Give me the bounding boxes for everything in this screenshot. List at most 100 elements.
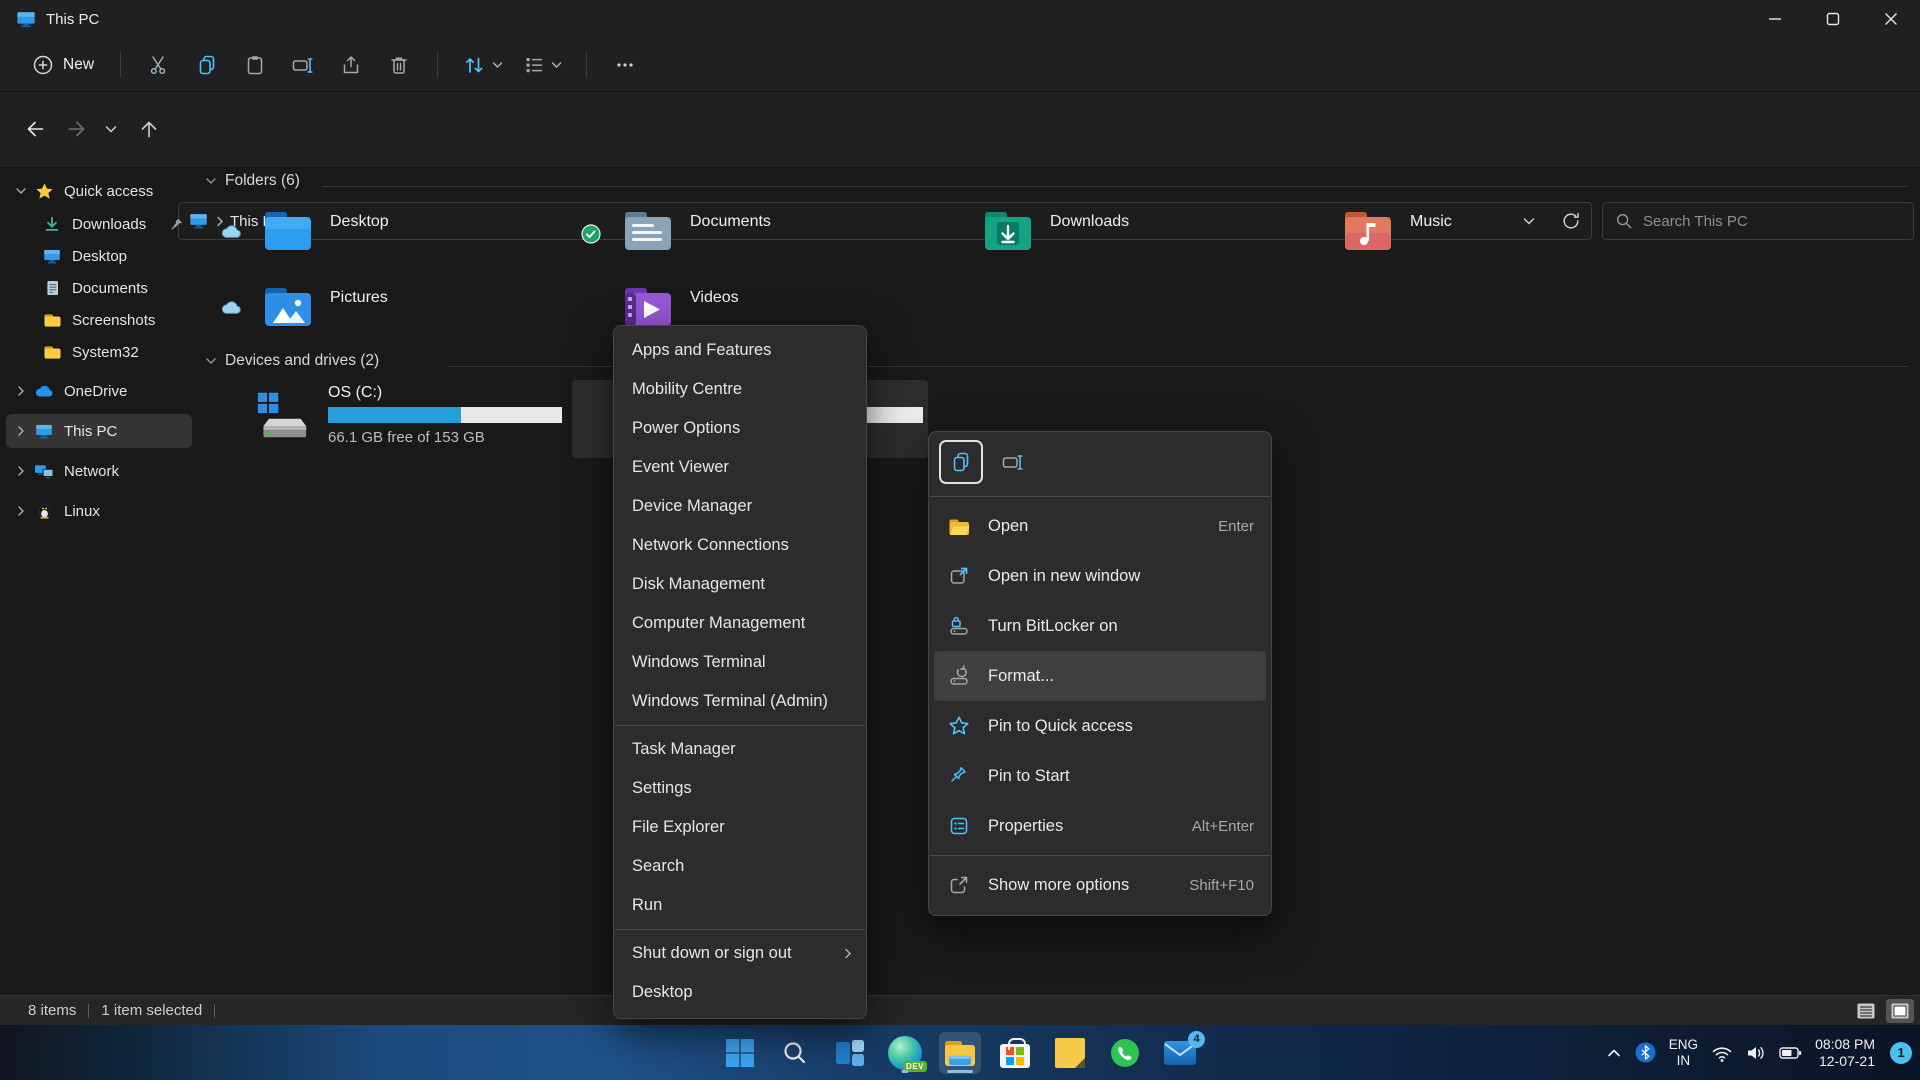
new-button[interactable]: New <box>20 48 106 82</box>
context-item-open[interactable]: Open Enter <box>934 501 1266 551</box>
share-button[interactable] <box>327 45 375 85</box>
edge-dev-button[interactable]: DEV <box>884 1032 926 1074</box>
context-item-properties[interactable]: Properties Alt+Enter <box>934 801 1266 851</box>
copy-button[interactable] <box>939 440 983 484</box>
drive-capacity-bar <box>328 407 562 423</box>
menu-item-network-connections[interactable]: Network Connections <box>614 526 866 565</box>
delete-button[interactable] <box>375 45 423 85</box>
menu-item-windows-terminal-admin[interactable]: Windows Terminal (Admin) <box>614 682 866 721</box>
chevron-right-icon[interactable] <box>10 386 32 396</box>
mail-button[interactable]: 4 <box>1159 1032 1201 1074</box>
chevron-right-icon[interactable] <box>10 466 32 476</box>
context-item-show-more-options[interactable]: Show more options Shift+F10 <box>934 860 1266 910</box>
more-options-button[interactable] <box>601 45 649 85</box>
sidebar-item-screenshots[interactable]: Screenshots <box>6 304 192 336</box>
search-box[interactable] <box>1602 202 1914 240</box>
drive-tile-os-c[interactable]: OS (C:) 66.1 GB free of 153 GB <box>250 382 562 456</box>
hidden-icons-chevron[interactable] <box>1606 1046 1622 1060</box>
clock[interactable]: 08:08 PM 12-07-21 <box>1815 1036 1875 1070</box>
sidebar-item-network[interactable]: Network <box>6 454 192 488</box>
toolbar-separator <box>437 52 438 78</box>
menu-item-computer-management[interactable]: Computer Management <box>614 604 866 643</box>
maximize-button[interactable] <box>1804 0 1862 38</box>
close-button[interactable] <box>1862 0 1920 38</box>
new-button-label: New <box>63 56 94 74</box>
folder-tile-downloads[interactable]: Downloads <box>938 206 1288 270</box>
folders-section-header[interactable]: Folders (6) <box>206 172 300 190</box>
menu-item-task-manager[interactable]: Task Manager <box>614 730 866 769</box>
folder-tile-pictures[interactable]: Pictures <box>218 282 568 346</box>
folder-tile-desktop[interactable]: Desktop <box>218 206 568 270</box>
details-view-button[interactable] <box>1852 999 1880 1023</box>
sidebar-item-system32[interactable]: System32 <box>6 336 192 368</box>
context-item-pin-to-quick-access[interactable]: Pin to Quick access <box>934 701 1266 751</box>
copy-button[interactable] <box>183 45 231 85</box>
sidebar-item-this-pc[interactable]: This PC <box>6 414 192 448</box>
bluetooth-icon[interactable] <box>1635 1042 1656 1063</box>
chevron-right-icon[interactable] <box>10 426 32 436</box>
taskbar-search-button[interactable] <box>774 1032 816 1074</box>
sidebar-item-desktop[interactable]: Desktop <box>6 240 192 272</box>
sticky-notes-button[interactable] <box>1049 1032 1091 1074</box>
minimize-button[interactable] <box>1746 0 1804 38</box>
wifi-icon[interactable] <box>1711 1043 1733 1063</box>
folder-tile-music[interactable]: Music <box>1298 206 1648 270</box>
language-indicator[interactable]: ENG IN <box>1669 1037 1698 1069</box>
menu-item-power-options[interactable]: Power Options <box>614 409 866 448</box>
search-input[interactable] <box>1643 213 1901 230</box>
context-item-turn-bitlocker-on[interactable]: Turn BitLocker on <box>934 601 1266 651</box>
chevron-right-icon[interactable] <box>10 506 32 516</box>
menu-item-windows-terminal[interactable]: Windows Terminal <box>614 643 866 682</box>
chevron-down-icon[interactable] <box>10 187 32 195</box>
menu-item-disk-management[interactable]: Disk Management <box>614 565 866 604</box>
pictures-folder-icon <box>262 284 314 330</box>
sidebar-item-onedrive[interactable]: OneDrive <box>6 374 192 408</box>
battery-icon[interactable] <box>1779 1044 1802 1062</box>
speaker-icon[interactable] <box>1746 1044 1766 1062</box>
file-explorer-button[interactable] <box>939 1032 981 1074</box>
sidebar-item-documents[interactable]: Documents <box>6 272 192 304</box>
status-divider <box>88 1004 89 1018</box>
cloud-status-icon <box>220 223 243 239</box>
menu-item-desktop[interactable]: Desktop <box>614 973 866 1012</box>
whatsapp-button[interactable] <box>1104 1032 1146 1074</box>
sort-button[interactable] <box>452 46 513 84</box>
large-icons-view-button[interactable] <box>1886 999 1914 1023</box>
recent-locations-button[interactable] <box>96 110 126 148</box>
notification-badge[interactable]: 1 <box>1890 1042 1912 1064</box>
sidebar-item-downloads[interactable]: Downloads <box>6 208 192 240</box>
menu-item-mobility-centre[interactable]: Mobility Centre <box>614 370 866 409</box>
menu-item-apps-and-features[interactable]: Apps and Features <box>614 331 866 370</box>
tray-time: 08:08 PM <box>1815 1036 1875 1053</box>
forward-button[interactable] <box>58 110 96 148</box>
microsoft-store-button[interactable] <box>994 1032 1036 1074</box>
sidebar-item-linux[interactable]: Linux <box>6 494 192 528</box>
titlebar: This PC <box>0 0 1920 38</box>
menu-item-settings[interactable]: Settings <box>614 769 866 808</box>
start-button[interactable] <box>719 1032 761 1074</box>
back-button[interactable] <box>16 110 54 148</box>
menu-item-device-manager[interactable]: Device Manager <box>614 487 866 526</box>
view-button[interactable] <box>513 46 572 84</box>
cut-button[interactable] <box>135 45 183 85</box>
context-item-format[interactable]: Format... <box>934 651 1266 701</box>
taskbar: DEV <box>0 1025 1920 1080</box>
paste-button[interactable] <box>231 45 279 85</box>
menu-item-run[interactable]: Run <box>614 886 866 925</box>
command-bar: New <box>0 38 1920 92</box>
menu-item-file-explorer[interactable]: File Explorer <box>614 808 866 847</box>
sidebar-item-quick-access[interactable]: Quick access <box>6 174 192 208</box>
rename-button[interactable] <box>279 45 327 85</box>
task-view-button[interactable] <box>829 1032 871 1074</box>
menu-item-event-viewer[interactable]: Event Viewer <box>614 448 866 487</box>
menu-item-shut-down-or-sign-out[interactable]: Shut down or sign out <box>614 934 866 973</box>
rename-button[interactable] <box>991 440 1035 484</box>
context-item-open-in-new-window[interactable]: Open in new window <box>934 551 1266 601</box>
context-item-pin-to-start[interactable]: Pin to Start <box>934 751 1266 801</box>
menu-item-search[interactable]: Search <box>614 847 866 886</box>
up-button[interactable] <box>130 110 168 148</box>
star-outline-icon <box>946 715 972 737</box>
drive-used-fill <box>328 407 461 423</box>
folder-tile-documents[interactable]: Documents <box>578 206 928 270</box>
devices-section-header[interactable]: Devices and drives (2) <box>206 352 379 370</box>
